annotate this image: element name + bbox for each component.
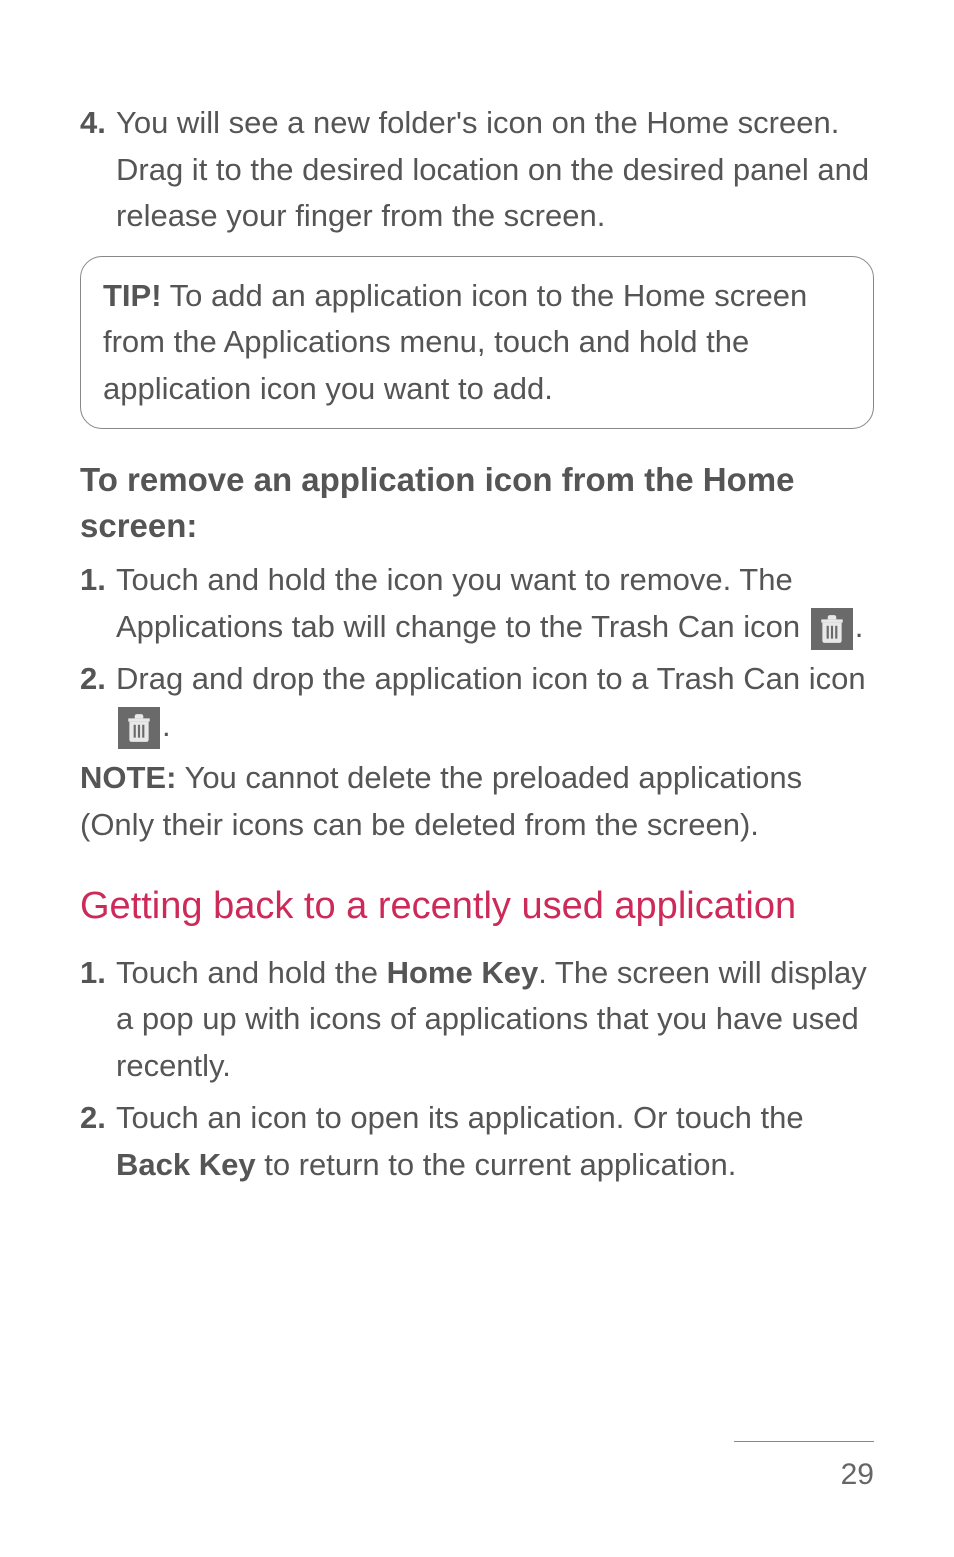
- page-number-rule: [734, 1441, 874, 1442]
- remove-step-1: 1. Touch and hold the icon you want to r…: [80, 557, 874, 650]
- page-number: 29: [841, 1458, 874, 1491]
- tip-box: TIP! To add an application icon to the H…: [80, 256, 874, 430]
- page-number-block: 29: [734, 1441, 874, 1497]
- step-text-post: to return to the current application.: [256, 1147, 737, 1182]
- step-text-pre: Touch and hold the icon you want to remo…: [116, 562, 809, 644]
- trash-icon: [118, 707, 160, 749]
- step-number: 1.: [80, 950, 116, 997]
- remove-step-2: 2. Drag and drop the application icon to…: [80, 656, 874, 749]
- tip-text: To add an application icon to the Home s…: [103, 278, 807, 406]
- remove-icon-heading: To remove an application icon from the H…: [80, 457, 874, 549]
- step-number: 4.: [80, 100, 116, 147]
- step-text-post: .: [855, 609, 864, 644]
- home-key-label: Home Key: [387, 955, 539, 990]
- step-number: 2.: [80, 656, 116, 703]
- recent-step-2: 2. Touch an icon to open its application…: [80, 1095, 874, 1188]
- recent-steps-list: 1. Touch and hold the Home Key. The scre…: [80, 950, 874, 1189]
- section-heading-recent: Getting back to a recently used applicat…: [80, 882, 874, 931]
- note-paragraph: NOTE: You cannot delete the preloaded ap…: [80, 755, 874, 848]
- step-number: 1.: [80, 557, 116, 604]
- back-key-label: Back Key: [116, 1147, 256, 1182]
- tip-label: TIP!: [103, 278, 162, 313]
- step-body: Touch and hold the icon you want to remo…: [116, 557, 874, 650]
- step-body: Touch and hold the Home Key. The screen …: [116, 950, 874, 1090]
- trash-icon: [811, 608, 853, 650]
- note-text: You cannot delete the preloaded applicat…: [80, 760, 802, 842]
- step-body: Touch an icon to open its application. O…: [116, 1095, 874, 1188]
- step-4: 4. You will see a new folder's icon on t…: [80, 100, 874, 240]
- step-text-post: .: [162, 708, 171, 743]
- note-label: NOTE:: [80, 760, 176, 795]
- step-body: Drag and drop the application icon to a …: [116, 656, 874, 749]
- step-text-pre: Touch an icon to open its application. O…: [116, 1100, 804, 1135]
- remove-steps-list: 1. Touch and hold the icon you want to r…: [80, 557, 874, 749]
- recent-step-1: 1. Touch and hold the Home Key. The scre…: [80, 950, 874, 1090]
- step-text: You will see a new folder's icon on the …: [116, 100, 874, 240]
- step-text-pre: Drag and drop the application icon to a …: [116, 661, 866, 696]
- step-text-pre: Touch and hold the: [116, 955, 387, 990]
- step-number: 2.: [80, 1095, 116, 1142]
